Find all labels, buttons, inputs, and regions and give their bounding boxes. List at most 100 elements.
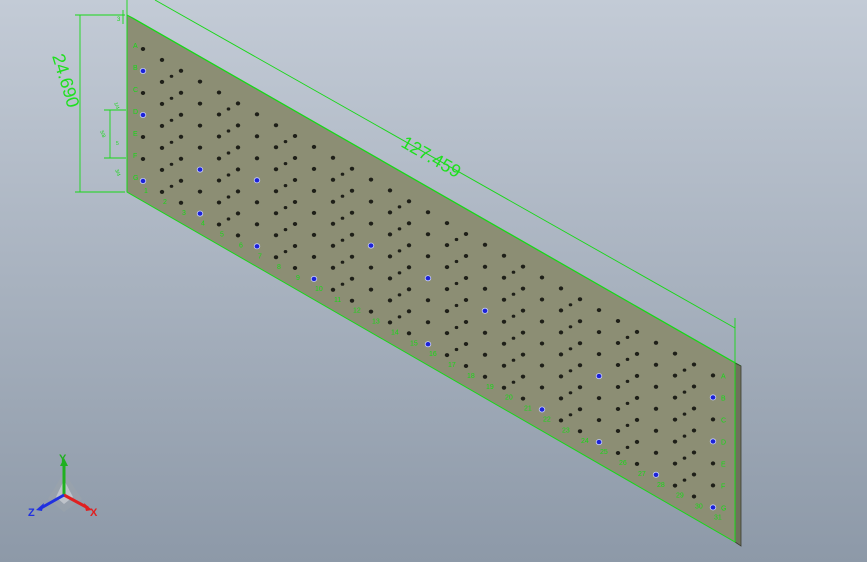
plate-hole[interactable]	[539, 385, 545, 390]
plate-hole[interactable]	[397, 315, 402, 319]
plate-hole[interactable]	[615, 319, 621, 323]
plate-hole[interactable]	[482, 352, 488, 357]
plate-hole[interactable]	[368, 199, 374, 204]
plate-hole[interactable]	[463, 254, 469, 258]
marked-hole[interactable]	[424, 341, 432, 348]
plate-hole[interactable]	[634, 373, 640, 378]
plate-hole[interactable]	[254, 134, 260, 139]
plate-hole[interactable]	[501, 297, 507, 302]
plate-hole[interactable]	[463, 232, 469, 236]
plate-hole[interactable]	[216, 90, 222, 95]
plate-hole[interactable]	[226, 107, 231, 111]
plate-hole[interactable]	[235, 189, 241, 194]
plate-hole[interactable]	[406, 265, 412, 270]
plate-hole[interactable]	[511, 380, 516, 384]
plate-hole[interactable]	[254, 156, 260, 161]
plate-hole[interactable]	[625, 423, 630, 427]
plate-hole[interactable]	[444, 243, 450, 248]
plate-hole[interactable]	[330, 221, 336, 226]
plate-hole[interactable]	[311, 166, 317, 171]
plate-hole[interactable]	[615, 363, 621, 367]
model-canvas[interactable]: ABCDEFGABCDEFG 1234567891011121314151617…	[0, 0, 867, 562]
plate-hole[interactable]	[625, 445, 630, 449]
plate-hole[interactable]	[444, 221, 450, 226]
plate-hole[interactable]	[682, 434, 687, 438]
plate-hole[interactable]	[568, 325, 573, 329]
plate-hole[interactable]	[140, 157, 146, 161]
marked-hole[interactable]	[652, 471, 660, 478]
plate-hole[interactable]	[397, 205, 402, 209]
plate-hole[interactable]	[520, 264, 526, 269]
plate-hole[interactable]	[169, 140, 174, 144]
plate-hole[interactable]	[444, 309, 450, 314]
plate-hole[interactable]	[577, 297, 583, 302]
plate-hole[interactable]	[254, 222, 260, 227]
plate-hole[interactable]	[169, 184, 174, 188]
plate-hole[interactable]	[596, 308, 602, 313]
plate-hole[interactable]	[340, 216, 345, 220]
plate-hole[interactable]	[311, 232, 317, 237]
plate-hole[interactable]	[330, 287, 336, 292]
plate-hole[interactable]	[710, 373, 716, 378]
plate-hole[interactable]	[273, 123, 279, 128]
marked-hole[interactable]	[253, 243, 261, 250]
plate-hole[interactable]	[406, 309, 412, 314]
plate-hole[interactable]	[330, 155, 336, 160]
plate-hole[interactable]	[397, 293, 402, 297]
plate-hole[interactable]	[226, 151, 231, 155]
plate-hole[interactable]	[444, 331, 450, 336]
plate-hole[interactable]	[387, 188, 393, 193]
plate-hole[interactable]	[511, 270, 516, 274]
plate-hole[interactable]	[444, 265, 450, 270]
plate-hole[interactable]	[596, 418, 602, 423]
plate-hole[interactable]	[178, 178, 184, 183]
plate-hole[interactable]	[349, 188, 355, 193]
plate-hole[interactable]	[558, 330, 564, 335]
plate-hole[interactable]	[216, 156, 222, 161]
marked-hole[interactable]	[595, 439, 603, 446]
plate-hole[interactable]	[283, 140, 288, 144]
plate-hole[interactable]	[159, 145, 165, 150]
plate-hole[interactable]	[330, 265, 336, 270]
plate-hole[interactable]	[340, 260, 345, 264]
plate-hole[interactable]	[368, 287, 374, 292]
plate-hole[interactable]	[482, 374, 488, 379]
plate-hole[interactable]	[625, 401, 630, 405]
plate-hole[interactable]	[311, 188, 317, 193]
plate-hole[interactable]	[615, 385, 621, 389]
marked-hole[interactable]	[709, 394, 717, 401]
plate-hole[interactable]	[577, 385, 583, 390]
plate-hole[interactable]	[691, 428, 697, 433]
marked-hole[interactable]	[595, 373, 603, 380]
plate-hole[interactable]	[501, 385, 507, 390]
plate-hole[interactable]	[454, 347, 459, 352]
marked-hole[interactable]	[139, 112, 147, 119]
plate-hole[interactable]	[454, 303, 459, 308]
plate-hole[interactable]	[273, 233, 279, 238]
plate-hole[interactable]	[283, 228, 288, 232]
plate-hole[interactable]	[159, 57, 165, 62]
plate-hole[interactable]	[406, 243, 412, 248]
plate-hole[interactable]	[254, 200, 260, 205]
plate-hole[interactable]	[596, 352, 602, 357]
marked-hole[interactable]	[481, 307, 489, 314]
plate-hole[interactable]	[311, 210, 317, 215]
plate-hole[interactable]	[501, 275, 507, 280]
plate-hole[interactable]	[672, 417, 678, 422]
marked-hole[interactable]	[139, 68, 147, 75]
plate-hole[interactable]	[615, 407, 621, 411]
plate-hole[interactable]	[615, 341, 621, 345]
plate-hole[interactable]	[178, 200, 184, 205]
plate-hole[interactable]	[292, 178, 298, 182]
plate-hole[interactable]	[292, 134, 298, 138]
plate-hole[interactable]	[406, 221, 412, 226]
plate-hole[interactable]	[273, 145, 279, 150]
plate-hole[interactable]	[387, 320, 393, 325]
plate-hole[interactable]	[425, 320, 431, 325]
plate-hole[interactable]	[159, 123, 165, 128]
plate-hole[interactable]	[653, 428, 659, 433]
plate-hole[interactable]	[463, 364, 469, 368]
plate-hole[interactable]	[216, 222, 222, 227]
plate-hole[interactable]	[672, 351, 678, 356]
plate-hole[interactable]	[397, 249, 402, 253]
